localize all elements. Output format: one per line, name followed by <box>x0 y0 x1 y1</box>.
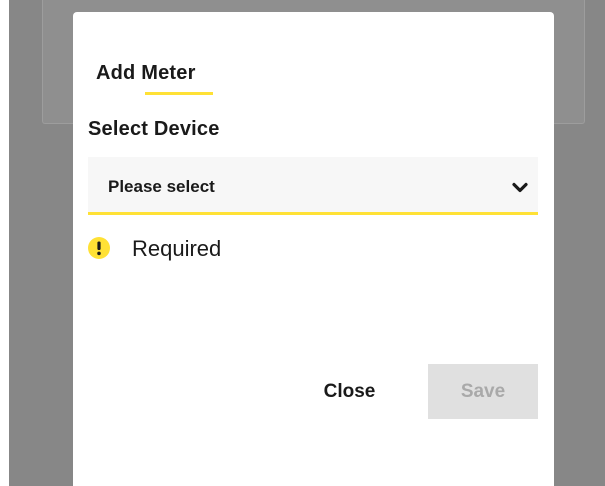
chevron-down-icon <box>512 182 528 193</box>
add-meter-dialog: Add Meter Select Device Please select Re… <box>73 12 554 486</box>
save-button[interactable]: Save <box>428 364 538 419</box>
tab-active-indicator <box>145 92 213 95</box>
select-device-label: Select Device <box>88 118 220 140</box>
device-select-value: Please select <box>108 177 215 196</box>
warning-icon <box>88 237 110 259</box>
validation-text: Required <box>132 236 222 261</box>
close-button[interactable]: Close <box>303 364 396 419</box>
tab-label: Add Meter <box>96 62 196 84</box>
tab-add-meter[interactable]: Add Meter <box>96 62 213 96</box>
device-select[interactable]: Please select <box>88 157 538 215</box>
